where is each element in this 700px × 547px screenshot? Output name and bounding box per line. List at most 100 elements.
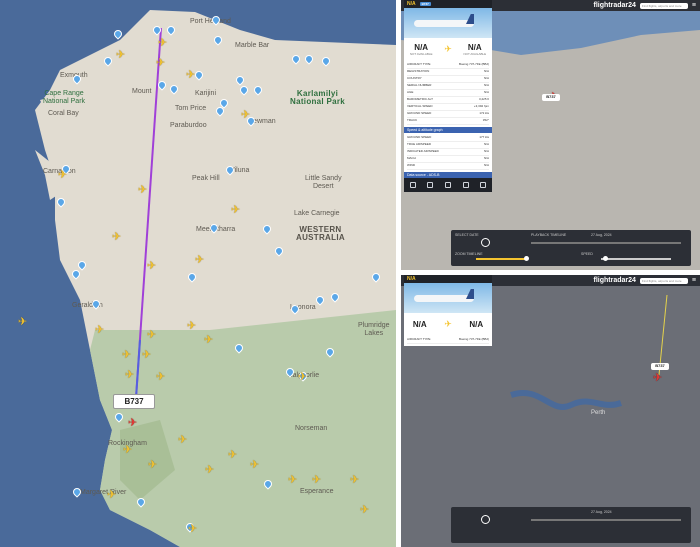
aircraft-icon[interactable]: ✈ [187, 321, 196, 332]
search-input[interactable]: Find flights, airports and more [639, 2, 688, 9]
zoom-slider[interactable] [476, 258, 526, 260]
aircraft-icon[interactable]: ✈ [18, 317, 27, 328]
label-norseman: Norseman [295, 425, 328, 432]
info-row: GROUND SPEED 172 kts [407, 111, 489, 118]
date-value: 27 Aug, 2024 [591, 510, 612, 514]
speed-knob[interactable] [603, 256, 608, 261]
card-toolbar [404, 178, 492, 192]
aircraft-icon[interactable]: ✈ [298, 372, 307, 383]
row-val: 352° [482, 118, 489, 122]
aircraft-icon[interactable]: ✈ [231, 205, 240, 216]
origin: N/A [413, 320, 427, 329]
play-button[interactable] [481, 238, 490, 247]
aircraft-icon[interactable]: ✈ [188, 524, 197, 535]
label-port-hedland: Port Hedland [190, 18, 231, 25]
label-little-sandy: Little Sandy Desert [305, 175, 342, 190]
fr24-logo: flightradar24 [593, 2, 636, 9]
card-header: N/A [404, 275, 492, 283]
timeline-track[interactable] [531, 519, 681, 521]
aircraft-icon[interactable]: ✈ [195, 255, 204, 266]
timeline-track[interactable] [531, 242, 681, 244]
aircraft-row: AIRCRAFT TYPE Boeing 737-7FE (BBJ) [407, 62, 489, 69]
label-karijini: Karijini [195, 90, 217, 97]
info-row: BAROMETRIC ALT 3,225 ft [407, 97, 489, 104]
label-lake-carnegie: Lake Carnegie [294, 210, 340, 217]
row-key: TRUE AIRSPEED [407, 142, 432, 146]
aircraft-row: AIRCRAFT TYPE Boeing 737-7FE (BBJ) [407, 337, 489, 344]
aircraft-icon[interactable]: ✈ [148, 460, 157, 471]
aircraft-icon[interactable]: ✈ [288, 475, 297, 486]
aircraft-icon[interactable]: ✈ [123, 445, 132, 456]
origin-code: N/A [412, 319, 427, 329]
aircraft-icon[interactable]: ✈ [116, 50, 125, 61]
label-western-australia: WESTERN AUSTRALIA [296, 225, 345, 242]
flight-label[interactable]: B737 [651, 363, 669, 370]
label-paraburdoo: Paraburdoo [170, 122, 207, 129]
aircraft-icon[interactable]: ✈ [250, 460, 259, 471]
aircraft-icon[interactable]: ✈ [147, 261, 156, 272]
share-icon[interactable] [462, 182, 469, 188]
info-row: TRUE AIRSPEED N/A [407, 142, 489, 149]
callsign: N/A [407, 1, 416, 7]
aircraft-icon[interactable]: ✈ [107, 490, 116, 501]
aircraft-icon[interactable]: ✈ [125, 370, 134, 381]
destination-sub: NOT AVAILABLE [463, 51, 487, 56]
label-plumridge: Plumridge Lakes [358, 322, 390, 337]
flight-label[interactable]: B737 [113, 394, 155, 409]
right-bottom-panel[interactable]: flightradar24 Find flights, airports and… [401, 275, 700, 547]
right-top-panel[interactable]: flightradar24 Find flights, airports and… [401, 0, 700, 270]
menu-icon[interactable]: ≡ [692, 2, 696, 9]
left-map-panel[interactable]: Port Hedland Marble Bar Exmouth Cape Ran… [0, 0, 396, 547]
selected-aircraft-icon[interactable]: ✈ [653, 373, 662, 384]
menu-icon[interactable]: ≡ [692, 277, 696, 284]
selected-aircraft-icon[interactable]: ✈ [128, 418, 137, 429]
aircraft-icon[interactable]: ✈ [122, 350, 131, 361]
aircraft-icon[interactable]: ✈ [147, 330, 156, 341]
aircraft-icon[interactable]: ✈ [312, 475, 321, 486]
3d-view-icon[interactable] [409, 182, 416, 188]
row-val: N/A [483, 149, 489, 153]
aircraft-icon[interactable]: ✈ [156, 372, 165, 383]
jet-tail [466, 289, 474, 299]
destination-code: N/A [469, 319, 484, 329]
row-key: BAROMETRIC ALT [407, 97, 433, 101]
aircraft-icon[interactable]: ✈ [156, 58, 165, 69]
select-date-label[interactable]: SELECT DATE [455, 233, 479, 237]
follow-icon[interactable] [444, 182, 451, 188]
aircraft-icon[interactable]: ✈ [142, 350, 151, 361]
flight-label[interactable]: B737 [542, 94, 560, 101]
row-val: N/A [483, 76, 489, 80]
aircraft-icon[interactable]: ✈ [186, 70, 195, 81]
aircraft-icon[interactable]: ✈ [158, 38, 167, 49]
route-icon[interactable] [427, 182, 434, 188]
row-key: SERIAL NUMBER [407, 83, 432, 87]
row-val: N/A [483, 90, 489, 94]
info-row: TRACK 352° [407, 118, 489, 125]
search-input[interactable]: Find flights, airports and more [639, 277, 688, 284]
aircraft-icon[interactable]: ✈ [241, 110, 250, 121]
play-button[interactable] [481, 515, 490, 524]
aircraft-icon[interactable]: ✈ [95, 325, 104, 336]
aircraft-icon[interactable]: ✈ [205, 465, 214, 476]
info-rows: AIRCRAFT TYPE Boeing 737-7FE (BBJ) REGIS… [404, 60, 492, 127]
destination-code: N/A [467, 42, 482, 52]
aircraft-icon[interactable]: ✈ [228, 450, 237, 461]
aircraft-icon[interactable]: ✈ [138, 185, 147, 196]
aircraft-icon[interactable]: ✈ [204, 335, 213, 346]
info-row: MACH N/A [407, 156, 489, 163]
aircraft-icon[interactable]: ✈ [112, 232, 121, 243]
label-cape-range: Cape Range National Park [43, 90, 86, 105]
city-label: Perth [591, 410, 606, 416]
aircraft-icon[interactable]: ✈ [58, 170, 67, 181]
info-row: GROUND SPEED 177 kts [407, 135, 489, 142]
aircraft-icon[interactable]: ✈ [178, 435, 187, 446]
speed-slider[interactable] [601, 258, 671, 260]
row-key: AIRCRAFT TYPE [407, 62, 431, 66]
row-val: N/A [483, 83, 489, 87]
aircraft-icon[interactable]: ✈ [360, 505, 369, 516]
aircraft-icon[interactable]: ✈ [350, 475, 359, 486]
info-row: AGE N/A [407, 90, 489, 97]
more-icon[interactable] [480, 182, 487, 188]
jet-body [414, 295, 474, 302]
zoom-knob[interactable] [524, 256, 529, 261]
